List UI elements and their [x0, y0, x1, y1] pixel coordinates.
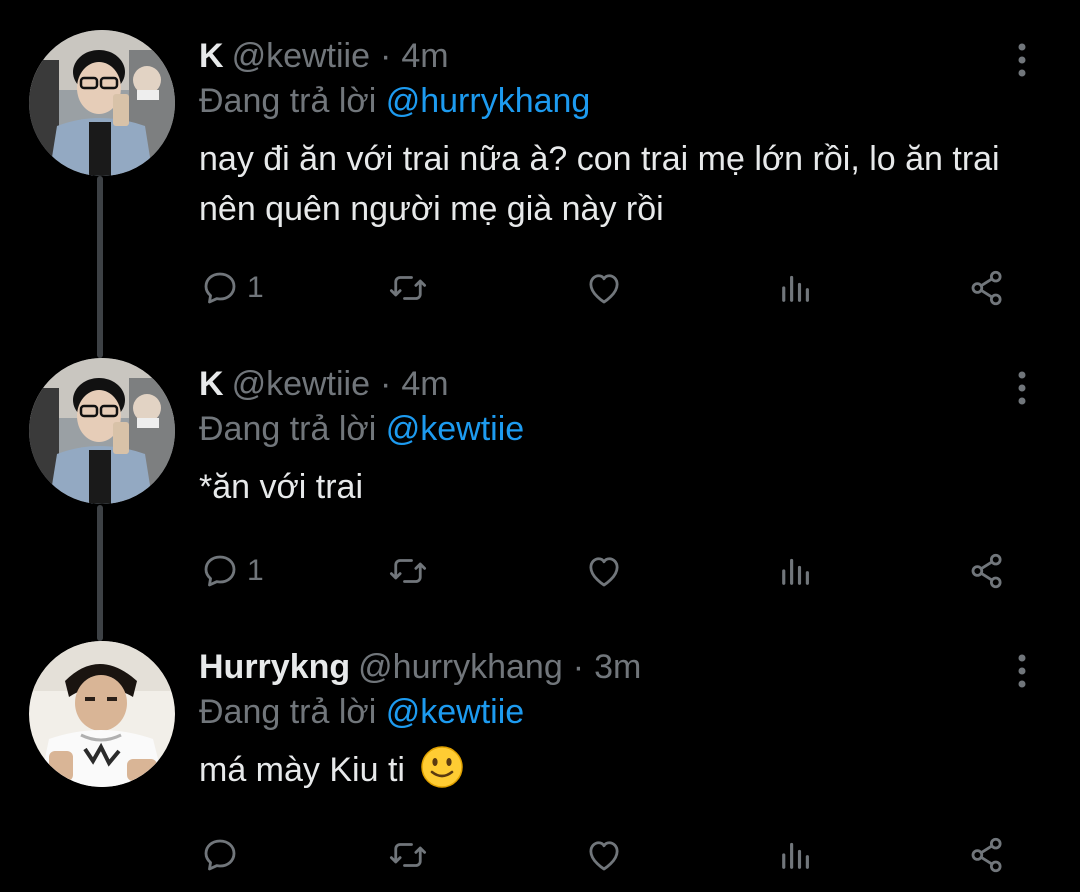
tweet-text-content: má mày Kiu ti — [199, 751, 405, 789]
display-name[interactable]: K — [199, 37, 224, 76]
share-icon — [971, 837, 1002, 873]
tweet-text: nay đi ăn với trai nữa à? con trai mẹ lớ… — [199, 140, 1000, 228]
tweet[interactable]: Hurrykng @hurrykhang · 3m Đang trả lời @… — [0, 641, 1080, 881]
retweet-icon — [389, 276, 427, 300]
share-button[interactable] — [966, 830, 1008, 880]
more-vertical-icon — [1018, 371, 1026, 405]
reply-button[interactable] — [199, 830, 241, 880]
reply-icon — [204, 839, 236, 871]
retweet-button[interactable] — [387, 263, 429, 313]
share-button[interactable] — [966, 546, 1008, 596]
replying-label: Đang trả lời — [199, 82, 377, 120]
analytics-icon — [782, 275, 809, 302]
user-handle[interactable]: @kewtiie — [232, 37, 370, 76]
avatar[interactable] — [29, 358, 175, 504]
tweet-text: má mày Kiu ti — [199, 745, 1059, 795]
analytics-button[interactable] — [775, 830, 817, 880]
replying-to-line: Đang trả lời @kewtiie — [199, 693, 524, 732]
heart-icon — [589, 557, 619, 587]
separator-dot: · — [380, 364, 392, 403]
user-handle[interactable]: @kewtiie — [232, 365, 370, 404]
more-options-button[interactable] — [1006, 649, 1038, 693]
share-icon — [971, 553, 1002, 589]
action-bar: 1 — [199, 546, 1019, 596]
reply-count: 1 — [247, 271, 264, 304]
analytics-button[interactable] — [775, 263, 817, 313]
reply-icon — [204, 272, 236, 304]
more-options-button[interactable] — [1006, 366, 1038, 410]
action-bar — [199, 830, 1019, 880]
timestamp[interactable]: 3m — [594, 648, 641, 687]
analytics-button[interactable] — [775, 546, 817, 596]
mention-link[interactable]: @hurrykhang — [386, 82, 591, 120]
tweet-header: K @kewtiie · 4m — [199, 30, 449, 82]
separator-dot: · — [572, 647, 585, 686]
replying-label: Đang trả lời — [199, 410, 377, 448]
retweet-icon — [389, 843, 427, 867]
separator-dot: · — [380, 36, 392, 75]
tweet[interactable]: K @kewtiie · 4m Đang trả lời @hurrykhang… — [0, 30, 1080, 330]
retweet-button[interactable] — [387, 830, 429, 880]
tweet-header: Hurrykng @hurrykhang · 3m — [199, 641, 641, 693]
reply-button[interactable]: 1 — [199, 546, 264, 596]
profile-photo-k — [29, 30, 175, 176]
share-icon — [971, 270, 1002, 306]
heart-icon — [589, 274, 619, 304]
replying-to-line: Đang trả lời @kewtiie — [199, 410, 524, 449]
like-button[interactable] — [583, 263, 625, 313]
profile-photo-k — [29, 358, 175, 504]
mention-link[interactable]: @kewtiie — [386, 693, 524, 731]
retweet-icon — [389, 559, 427, 583]
reply-button[interactable]: 1 — [199, 263, 264, 313]
profile-photo-hurrykng — [29, 641, 175, 787]
user-handle[interactable]: @hurrykhang — [358, 648, 563, 687]
analytics-icon — [782, 842, 809, 869]
more-vertical-icon — [1018, 43, 1026, 77]
replying-label: Đang trả lời — [199, 693, 377, 731]
replying-to-line: Đang trả lời @hurrykhang — [199, 82, 590, 121]
timestamp[interactable]: 4m — [401, 365, 448, 404]
tweet-text: *ăn với trai — [199, 468, 364, 506]
like-button[interactable] — [583, 546, 625, 596]
like-button[interactable] — [583, 830, 625, 880]
tweet[interactable]: K @kewtiie · 4m Đang trả lời @kewtiie *ă… — [0, 358, 1080, 618]
share-button[interactable] — [966, 263, 1008, 313]
slightly-smiling-face-emoji — [421, 746, 464, 788]
reply-count: 1 — [247, 554, 264, 587]
more-vertical-icon — [1018, 654, 1026, 688]
analytics-icon — [782, 558, 809, 585]
retweet-button[interactable] — [387, 546, 429, 596]
tweet-header: K @kewtiie · 4m — [199, 358, 449, 410]
avatar[interactable] — [29, 30, 175, 176]
timestamp[interactable]: 4m — [401, 37, 448, 76]
more-options-button[interactable] — [1006, 38, 1038, 82]
reply-icon — [204, 555, 236, 587]
heart-icon — [589, 841, 619, 871]
display-name[interactable]: Hurrykng — [199, 648, 350, 687]
mention-link[interactable]: @kewtiie — [386, 410, 524, 448]
action-bar: 1 — [199, 263, 1019, 313]
display-name[interactable]: K — [199, 365, 224, 404]
avatar[interactable] — [29, 641, 175, 787]
